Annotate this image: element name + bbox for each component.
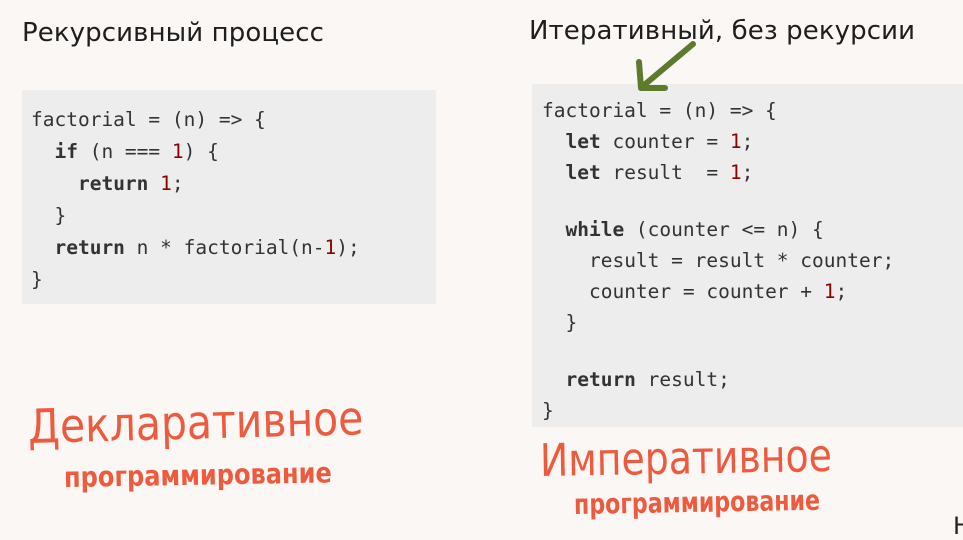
code-text: result; [635, 368, 730, 391]
code-line: } [31, 268, 43, 291]
recursive-code: factorial = (n) => { if (n === 1) { retu… [31, 104, 436, 296]
code-number: 1 [160, 172, 172, 195]
code-text: result = [600, 161, 730, 184]
code-number: 1 [823, 280, 836, 303]
code-text: ) { [183, 140, 219, 163]
declarative-label: Декларативное [27, 391, 365, 455]
imperative-label: Императивное [539, 428, 833, 487]
code-number: 1 [171, 140, 184, 163]
code-number: 1 [729, 130, 742, 153]
code-number: 1 [324, 236, 337, 259]
code-keyword: return [77, 172, 149, 195]
code-text: (n === [77, 140, 172, 163]
iterative-code: factorial = (n) => { let counter = 1; le… [542, 95, 963, 426]
code-keyword: return [54, 236, 125, 259]
declarative-programming-label: программирование [63, 456, 333, 494]
code-text: ; [741, 130, 754, 153]
imperative-programming-label: программирование [573, 483, 821, 521]
code-text: ; [835, 280, 848, 303]
code-text: ; [171, 172, 184, 195]
code-line: factorial = (n) => { [31, 108, 266, 131]
iterative-code-block: factorial = (n) => { let counter = 1; le… [532, 84, 963, 427]
code-line: result = result * counter; [588, 249, 895, 272]
code-text: ); [336, 236, 360, 259]
code-line: } [542, 399, 554, 422]
code-text: ; [741, 161, 754, 184]
arrow-annotation-icon [636, 41, 696, 91]
corner-glyph: Н [953, 512, 963, 540]
code-keyword: if [54, 140, 78, 163]
recursive-code-block: factorial = (n) => { if (n === 1) { retu… [22, 90, 436, 304]
code-text: n * factorial(n- [124, 236, 325, 259]
right-section-title: Итеративный, без рекурсии [529, 16, 916, 46]
code-keyword: let [565, 130, 601, 153]
code-line: } [565, 311, 578, 334]
code-keyword: let [565, 161, 601, 184]
code-text: counter = counter + [588, 280, 824, 303]
code-keyword: return [565, 368, 636, 391]
left-section-title: Рекурсивный процесс [22, 18, 325, 48]
code-text: (counter <= n) { [624, 218, 824, 241]
code-line: factorial = (n) => { [542, 99, 777, 122]
code-number: 1 [729, 161, 742, 184]
code-text: counter = [600, 130, 730, 153]
code-keyword: while [565, 218, 625, 241]
code-line: } [54, 204, 67, 227]
